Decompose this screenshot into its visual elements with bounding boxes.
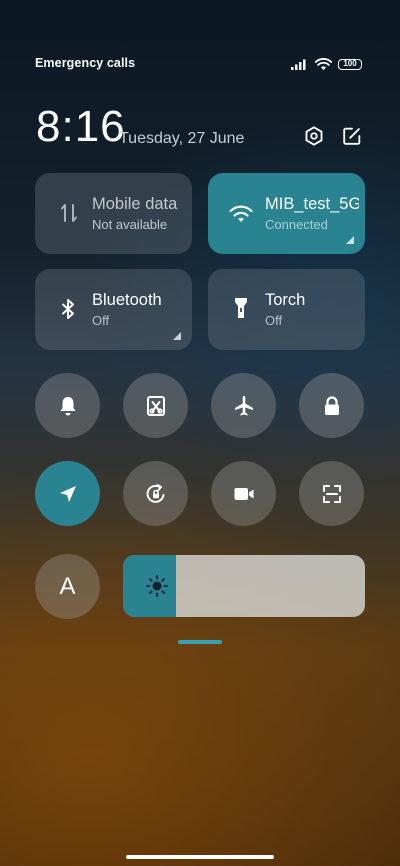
toggle-rotation-lock[interactable] <box>123 461 188 526</box>
toggle-screenshot[interactable] <box>123 373 188 438</box>
scanner-icon <box>322 484 341 503</box>
tile-text: MIB_test_5G Connected <box>265 194 359 234</box>
expand-corner-icon[interactable] <box>346 236 354 244</box>
toggle-video[interactable] <box>211 461 276 526</box>
signal-icon <box>291 59 306 70</box>
torch-icon <box>235 298 247 318</box>
tile-text: Mobile data Not available <box>92 194 186 234</box>
settings-icon[interactable] <box>303 125 325 147</box>
tile-subtitle: Off <box>92 313 110 328</box>
tile-bluetooth[interactable]: Bluetooth Off <box>35 269 192 350</box>
tile-wifi[interactable]: MIB_test_5G Connected <box>208 173 365 254</box>
rotation-lock-icon <box>146 483 164 503</box>
auto-brightness-label: A <box>59 572 76 600</box>
status-bar: Emergency calls o 100 <box>35 56 362 72</box>
screenshot-icon <box>146 395 165 416</box>
tile-text: Bluetooth Off <box>92 290 186 330</box>
brightness-slider[interactable] <box>123 555 365 617</box>
video-camera-icon <box>234 487 253 500</box>
tile-title: Torch <box>265 291 306 309</box>
sun-icon <box>146 575 168 597</box>
wifi-icon <box>315 57 332 70</box>
tile-title: Mobile data <box>92 195 178 213</box>
toggle-location[interactable] <box>35 461 100 526</box>
wifi-icon <box>229 205 253 222</box>
toggle-silent[interactable] <box>35 373 100 438</box>
bell-icon <box>60 396 75 415</box>
bluetooth-icon <box>62 299 74 319</box>
toggle-lock[interactable] <box>299 373 364 438</box>
date: Tuesday, 27 June <box>119 130 245 147</box>
clock: 8:16 <box>36 102 126 151</box>
location-icon <box>59 485 76 502</box>
battery-icon: 100 <box>338 58 362 70</box>
carrier-wrap: Emergency calls o <box>35 56 136 72</box>
auto-brightness-button[interactable]: A <box>35 554 100 619</box>
carrier-text: Emergency calls o <box>35 56 136 70</box>
mobile-data-icon <box>61 204 77 222</box>
status-icons: 100 <box>291 56 362 72</box>
expand-corner-icon[interactable] <box>173 332 181 340</box>
battery-level: 100 <box>343 59 357 68</box>
tile-subtitle: Not available <box>92 217 168 232</box>
tile-subtitle: Connected <box>265 217 328 232</box>
toggle-airplane[interactable] <box>211 373 276 438</box>
tile-text: Torch Off <box>265 290 359 330</box>
airplane-icon <box>234 395 253 415</box>
tile-title: Bluetooth <box>92 291 162 309</box>
drag-handle[interactable] <box>178 640 222 644</box>
edit-icon[interactable] <box>341 125 363 147</box>
tile-title: MIB_test_5G <box>265 195 359 213</box>
tile-subtitle: Off <box>265 313 283 328</box>
lock-icon <box>324 395 339 415</box>
tile-mobile-data[interactable]: Mobile data Not available <box>35 173 192 254</box>
tile-torch[interactable]: Torch Off <box>208 269 365 350</box>
home-indicator[interactable] <box>126 855 274 859</box>
toggle-scanner[interactable] <box>299 461 364 526</box>
